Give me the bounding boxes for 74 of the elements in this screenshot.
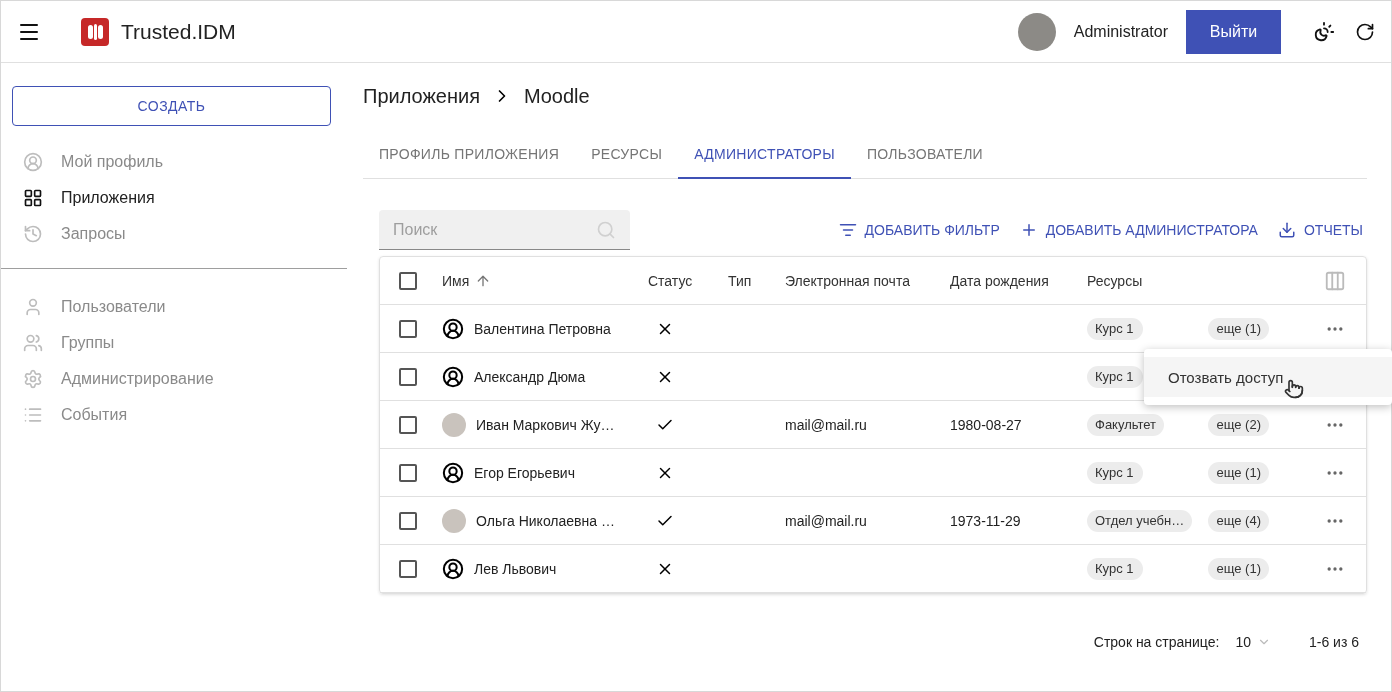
more-chip[interactable]: еще (1) [1208,557,1269,580]
create-button[interactable]: СОЗДАТЬ [12,86,331,126]
more-chip[interactable]: еще (4) [1208,509,1269,532]
theme-toggle-icon[interactable] [1313,20,1335,43]
name-cell: Егор Егорьевич [474,464,575,481]
resource-chip: Курс 1 [1087,461,1143,484]
app-title: Trusted.IDM [121,19,236,44]
rows-per-page-select[interactable]: 10 [1235,634,1271,650]
pagination-range: 1-6 из 6 [1308,634,1359,650]
email-cell-text: mail@mail.ru [785,512,868,529]
toolbar-button[interactable]: ДОБАВИТЬ ФИЛЬТР [834,221,1004,239]
column-header: Ресурсы [1087,272,1144,289]
refresh-icon[interactable] [1355,21,1375,42]
column-header: Дата рождения [950,272,1050,289]
sidebar-item[interactable]: Администрирование [1,361,347,397]
settings-icon [23,369,43,389]
sidebar-item[interactable]: Приложения [1,180,347,216]
name-cell: Александр Дюма [474,368,586,385]
row-checkbox[interactable] [399,415,417,434]
row-checkbox[interactable] [399,367,417,386]
resource-chip: Курс 1 [1087,557,1143,580]
apps-icon [23,188,43,208]
date-cell-text: 1973-11-29 [950,512,1022,529]
list-icon [23,405,43,425]
resource-chip: Отдел учебн… [1087,509,1193,532]
row-checkbox[interactable] [399,463,417,482]
avatar-placeholder [1017,12,1056,51]
more-chip[interactable]: еще (1) [1208,461,1269,484]
user-icon [23,297,43,317]
history-icon [23,224,43,244]
menu-item[interactable]: Отозвать доступ [1144,357,1392,397]
name-cell: Валентина Петровна [474,320,611,337]
select-all-checkbox[interactable] [399,271,417,290]
name-cell: Ольга Николаевна … [476,512,615,529]
user-name: Administrator [1073,22,1168,41]
resource-chip: Курс 1 [1087,317,1143,340]
sidebar-item[interactable]: Пользователи [1,289,347,325]
column-header: Электронная почта [785,272,911,289]
logout-button[interactable]: Выйти [1186,9,1281,54]
rows-per-page-label: Строк на странице: [1093,634,1220,650]
row-checkbox[interactable] [399,559,417,578]
more-chip[interactable]: еще (2) [1208,413,1269,436]
tab[interactable]: ПОЛЬЗОВАТЕЛИ [850,131,999,179]
sidebar-item[interactable]: События [1,397,347,433]
search-field[interactable]: Поиск [379,210,630,250]
column-header: Тип [728,272,753,289]
sidebar-item[interactable]: Запросы [1,216,347,252]
breadcrumb-link[interactable]: Приложения [363,84,480,108]
toolbar-button[interactable]: ОТЧЕТЫ [1273,221,1367,239]
logo-icon [81,17,109,46]
sidebar-item[interactable]: Группы [1,325,347,361]
resource-chip: Факультет [1087,413,1165,436]
resource-chip: Курс 1 [1087,365,1143,388]
date-cell-text: 1980-08-27 [950,416,1023,433]
toolbar-button[interactable]: ДОБАВИТЬ АДМИНИСТРАТОРА [1015,221,1262,239]
tab[interactable]: ПРОФИЛЬ ПРИЛОЖЕНИЯ [363,131,576,179]
search-input[interactable]: Поиск [391,219,596,240]
column-header: Статус [648,272,694,289]
tab[interactable]: АДМИНИСТРАТОРЫ [678,131,851,179]
profile-icon [23,152,43,172]
email-cell-text: mail@mail.ru [785,416,868,433]
breadcrumb-current: Moodle [524,84,590,108]
column-header[interactable]: Имя [442,272,648,289]
row-checkbox[interactable] [399,319,417,338]
users-icon [23,333,43,353]
download-icon [1277,221,1296,239]
tab[interactable]: РЕСУРСЫ [575,131,679,179]
filter-icon [838,221,857,239]
sidebar-item[interactable]: Мой профиль [1,144,347,180]
row-checkbox[interactable] [399,511,417,530]
name-cell: Иван Маркович Жу… [476,416,615,433]
hand-cursor-icon [1284,379,1304,399]
name-cell: Лев Львович [474,560,557,577]
more-chip[interactable]: еще (1) [1208,317,1269,340]
